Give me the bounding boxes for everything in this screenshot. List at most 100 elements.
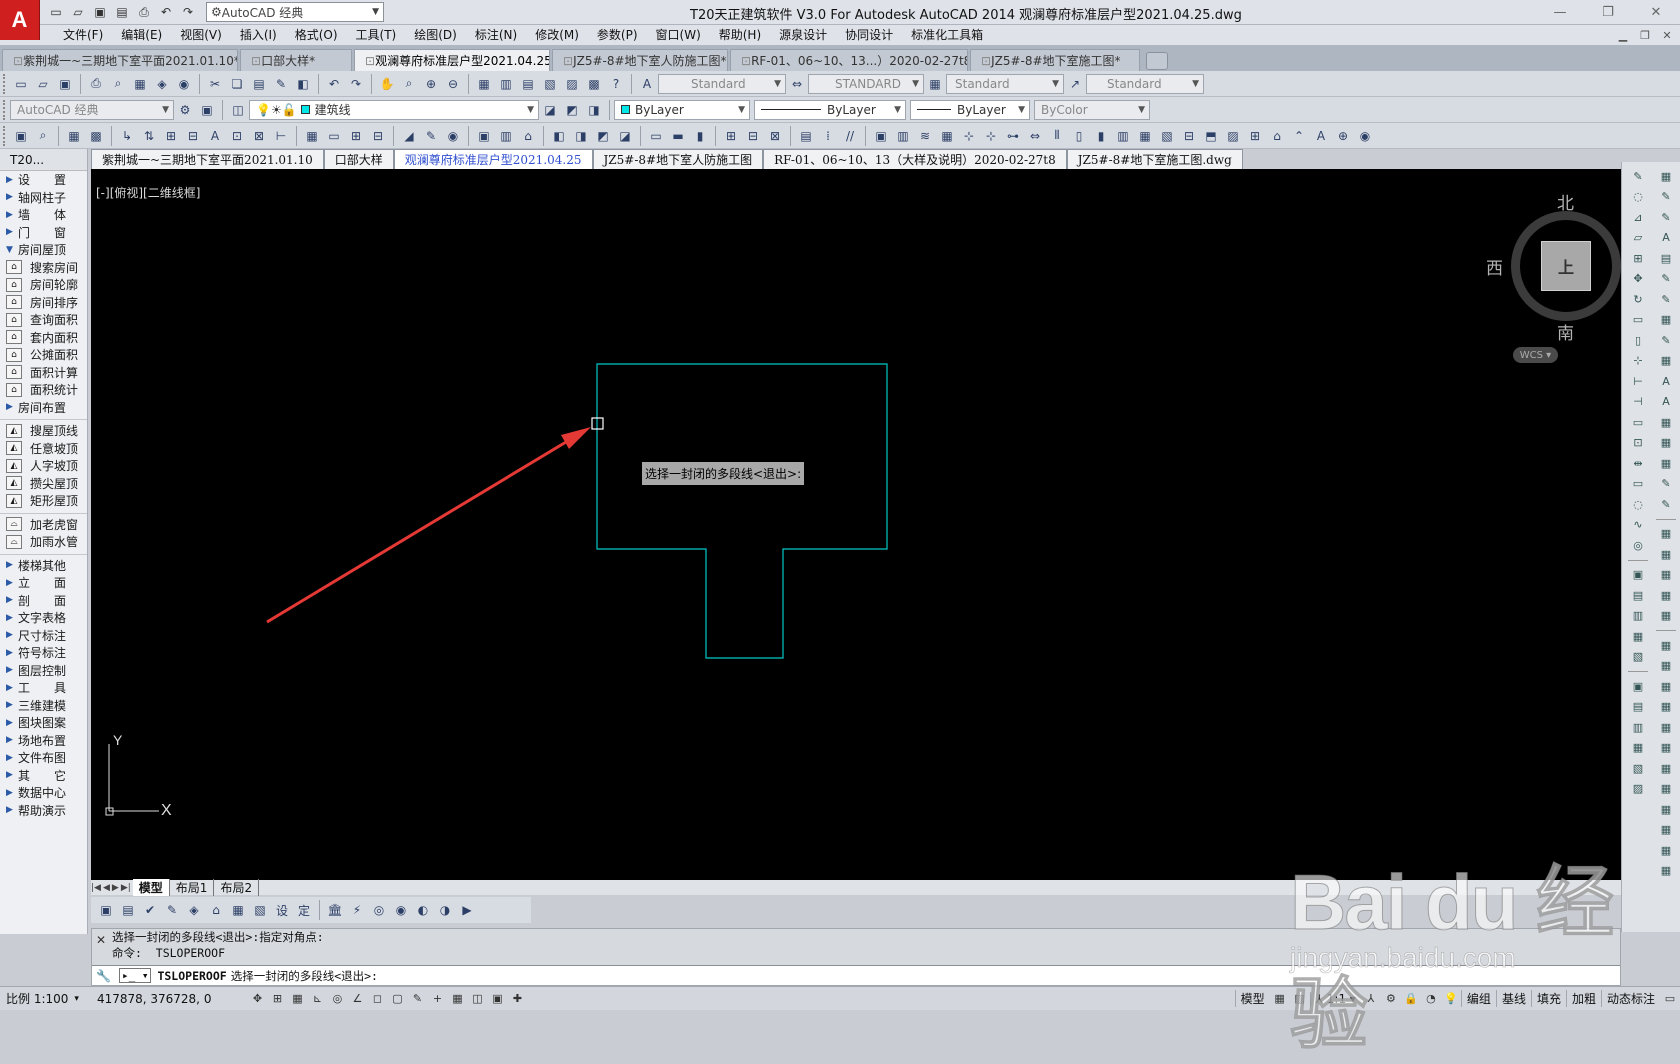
viewcube-face[interactable]: 上 xyxy=(1541,241,1591,291)
redo-icon-2[interactable]: ↷ xyxy=(346,74,366,94)
t20-menu-item[interactable]: ▶ 其 它 xyxy=(0,767,87,785)
t20-menu-item[interactable]: ▶ 门 窗 xyxy=(0,224,87,242)
toolbar-tool-icon[interactable]: ⊠ xyxy=(765,126,785,146)
layout-tab[interactable]: 布局1 xyxy=(170,879,215,896)
print-icon[interactable]: ⎙ xyxy=(134,2,154,22)
toolbar-tool-icon[interactable]: ✎ xyxy=(421,126,441,146)
status-toggle-icon[interactable]: ✚ xyxy=(508,990,526,1008)
toolbar-tool-icon[interactable]: ▦ xyxy=(302,126,322,146)
toolbar-tool-icon[interactable]: ⊹ xyxy=(981,126,1001,146)
t20-set-button[interactable]: 设 xyxy=(272,900,292,920)
zoom-previous-icon[interactable]: ⊖ xyxy=(443,74,463,94)
layer-states-icon[interactable]: ◨ xyxy=(584,100,604,120)
hardware-accel-icon[interactable]: ◔ xyxy=(1422,990,1440,1008)
side-tool-icon[interactable]: ▦ xyxy=(1655,606,1677,627)
design-center-icon[interactable]: ▥ xyxy=(496,74,516,94)
t20-tool-5-icon[interactable]: ◈ xyxy=(184,900,204,920)
t20-menu-item[interactable]: ▶ 三维建模 xyxy=(0,697,87,715)
menu-item[interactable]: 标注(N) xyxy=(466,25,526,45)
side-tool-icon[interactable]: ✎ xyxy=(1655,289,1677,310)
status-toggle-icon[interactable]: ▢ xyxy=(388,990,406,1008)
toolbar-grip-3[interactable] xyxy=(3,125,7,146)
side-tool-icon[interactable]: ▨ xyxy=(1627,779,1649,800)
t20-menu-item[interactable]: ◭ 人字坡顶 xyxy=(0,457,87,475)
toolbar-tool-icon[interactable]: ⊞ xyxy=(346,126,366,146)
undo-icon-2[interactable]: ↶ xyxy=(324,74,344,94)
toolbar-tool-icon[interactable]: A xyxy=(205,126,225,146)
side-tool-icon[interactable]: ▤ xyxy=(1655,248,1677,269)
toolbar-tool-icon[interactable]: ⁞ xyxy=(818,126,838,146)
annotation-visibility-icon[interactable]: ⅄ xyxy=(1362,990,1380,1008)
toolbar-tool-icon[interactable]: ▭ xyxy=(646,126,666,146)
save-as-icon[interactable]: ▤ xyxy=(112,2,132,22)
t20-menu-item[interactable]: ▶ 设 置 xyxy=(0,171,87,189)
toolbar-tool-icon[interactable]: ⇔ xyxy=(1025,126,1045,146)
side-tool-icon[interactable]: ▦ xyxy=(1655,166,1677,187)
t20-building-icon[interactable]: 🏛 xyxy=(325,900,345,920)
side-tool-icon[interactable]: ▯ xyxy=(1627,330,1649,351)
drawing-tab[interactable]: JZ5#-8#地下室人防施工图 xyxy=(592,149,764,169)
file-tab[interactable]: ⊡ 口部大样* xyxy=(240,49,352,71)
status-toggle-button[interactable]: 编组 xyxy=(1460,990,1496,1007)
t20-menu-item[interactable]: ▶ 图层控制 xyxy=(0,662,87,680)
compass-south[interactable]: 南 xyxy=(1557,319,1574,344)
command-menu-icon[interactable]: ▸_ ▾ xyxy=(118,968,152,983)
side-tool-icon[interactable]: ▦ xyxy=(1655,676,1677,697)
t20-menu-item[interactable]: ⌂ 套内面积 xyxy=(0,329,87,347)
toolbar-tool-icon[interactable]: ⫴ xyxy=(1047,126,1067,146)
t20-menu-item[interactable]: ▶ 符号标注 xyxy=(0,644,87,662)
t20-fix-button[interactable]: 定 xyxy=(294,900,314,920)
toolbar-tool-icon[interactable]: ⊶ xyxy=(1003,126,1023,146)
toolbar-tool-icon[interactable]: A xyxy=(1311,126,1331,146)
toolbar-tool-icon[interactable]: ⌕ xyxy=(33,126,53,146)
t20-menu-item[interactable]: ⌂ 查询面积 xyxy=(0,311,87,329)
first-layout-icon[interactable]: |◀ xyxy=(91,883,101,893)
quick-view-layouts-icon[interactable]: ▦ xyxy=(1271,990,1289,1008)
toolbar-tool-icon[interactable]: ▬ xyxy=(668,126,688,146)
pan-icon[interactable]: ✋ xyxy=(377,74,397,94)
lineweight-select[interactable]: ByLayer ▼ xyxy=(910,99,1030,120)
t20-color-icon[interactable]: ◑ xyxy=(435,900,455,920)
t20-menu-item[interactable]: ⌂ 房间排序 xyxy=(0,294,87,312)
layout-tab[interactable]: 布局2 xyxy=(214,879,260,896)
side-tool-icon[interactable]: ◌ xyxy=(1627,494,1649,515)
wrench-icon[interactable]: 🔧 xyxy=(96,969,111,983)
file-tab[interactable]: ⊡ JZ5#-8#地下室人防施工图* xyxy=(552,49,728,71)
command-input[interactable]: 🔧 ▸_ ▾ TSLOPEROOF 选择一封闭的多段线<退出>: xyxy=(92,965,1620,985)
t20-menu-item[interactable]: ▶ 帮助演示 xyxy=(0,802,87,820)
3d-dwf-icon[interactable]: ◈ xyxy=(152,74,172,94)
status-toggle-icon[interactable]: ⊞ xyxy=(268,990,286,1008)
side-tool-icon[interactable]: ▧ xyxy=(1627,758,1649,779)
side-tool-icon[interactable]: ⊡ xyxy=(1627,433,1649,454)
side-tool-icon[interactable]: ▦ xyxy=(1655,310,1677,331)
layer-previous-icon[interactable]: ◩ xyxy=(562,100,582,120)
dim-style-select[interactable]: STANDARD ▼ xyxy=(808,73,924,94)
status-toggle-icon[interactable]: ◎ xyxy=(328,990,346,1008)
toolbar-tool-icon[interactable]: ▣ xyxy=(11,126,31,146)
toolbar-tool-icon[interactable]: ▣ xyxy=(871,126,891,146)
toolbar-tool-icon[interactable]: ◧ xyxy=(549,126,569,146)
toolbar-tool-icon[interactable]: ≋ xyxy=(915,126,935,146)
open-icon[interactable]: ▱ xyxy=(33,74,53,94)
status-toggle-icon[interactable]: ◻ xyxy=(368,990,386,1008)
t20-menu-item[interactable]: ⌂ 搜索房间 xyxy=(0,259,87,277)
redo-icon[interactable]: ↷ xyxy=(178,2,198,22)
workspace-select[interactable]: ⚙ AutoCAD 经典 ▼ xyxy=(206,2,384,22)
doc-restore-icon[interactable]: ❐ xyxy=(1634,25,1656,45)
cut-icon[interactable]: ✂ xyxy=(205,74,225,94)
side-tool-icon[interactable]: ✎ xyxy=(1655,207,1677,228)
t20-tool-6-icon[interactable]: ⌂ xyxy=(206,900,226,920)
status-toggle-button[interactable]: 动态标注 xyxy=(1600,990,1660,1007)
lock-icon[interactable]: 🔒 xyxy=(1402,990,1420,1008)
toolbar-tool-icon[interactable]: ⊞ xyxy=(161,126,181,146)
open-file-icon[interactable]: ▱ xyxy=(68,2,88,22)
side-tool-icon[interactable]: ▦ xyxy=(1655,779,1677,800)
side-tool-icon[interactable]: ⊢ xyxy=(1627,371,1649,392)
t20-panel-title[interactable]: T20... xyxy=(0,149,87,171)
status-toggle-icon[interactable]: ✥ xyxy=(248,990,266,1008)
status-toggle-icon[interactable]: ▣ xyxy=(488,990,506,1008)
prev-layout-icon[interactable]: ◀ xyxy=(103,883,110,893)
drawing-canvas[interactable]: [-][俯视][二维线框] 选择一封闭的多段线<退出>: 上 北 南 东 西 W… xyxy=(91,169,1621,880)
toolbar-tool-icon[interactable]: ▨ xyxy=(1223,126,1243,146)
file-tab[interactable]: ⊡ RF-01、06~10、13...）2020-02-27t8* xyxy=(730,49,968,71)
